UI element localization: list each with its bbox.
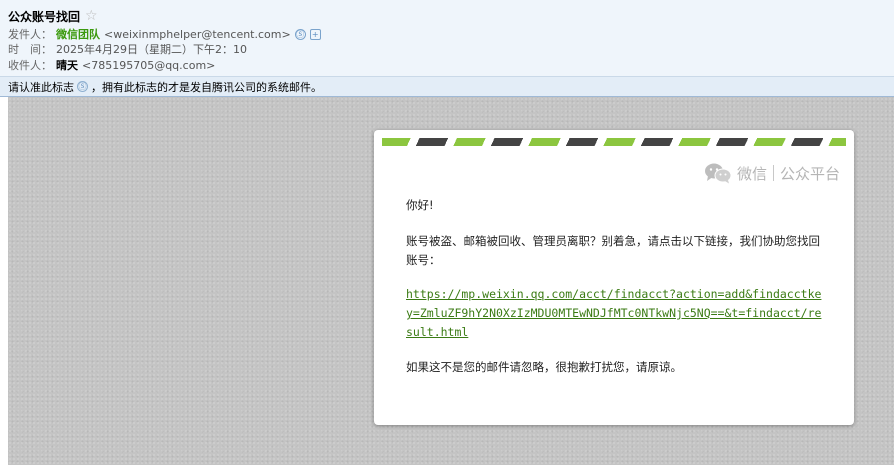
email-card: 微信 公众平台 你好! 账号被盗、邮箱被回收、管理员离职？别着急，请点击以下链接… [374,130,854,425]
add-contact-icon[interactable]: + [309,28,321,40]
system-mail-notice: 请认准此标志 Ⓢ ，拥有此标志的才是发自腾讯公司的系统邮件。 [0,76,894,97]
brand-separator [772,165,774,181]
recovery-link[interactable]: https://mp.weixin.qq.com/acct/findacct?a… [406,287,821,339]
to-row: 收件人： 晴天 <785195705@qq.com> [8,57,216,73]
verified-sender-icon[interactable]: Ⓢ [294,28,306,40]
recipient-address: <785195705@qq.com> [82,58,216,72]
star-icon[interactable]: ☆ [85,9,98,23]
time-row: 时 间： 2025年4月29日（星期二）下午2：10 [8,42,247,56]
notice-text-2: ，拥有此标志的才是发自腾讯公司的系统邮件。 [91,80,322,94]
from-row: 发件人： 微信团队 <weixinmphelper@tencent.com> Ⓢ… [8,27,321,41]
recovery-link-paragraph: https://mp.weixin.qq.com/acct/findacct?a… [406,285,824,342]
sender-address: <weixinmphelper@tencent.com> [104,27,291,41]
time-label: 时 间： [8,43,52,56]
brand-wechat-text: 微信 [736,164,767,183]
subject-row: 公众账号找回 ☆ [8,8,98,24]
email-subject: 公众账号找回 [8,9,81,24]
notice-text-1: 请认准此标志 [8,80,74,94]
wechat-mp-logo: 微信 公众平台 [704,162,840,184]
airmail-stripe [382,138,846,146]
time-value: 2025年4月29日（星期二）下午2：10 [56,43,247,56]
from-label: 发件人： [8,28,52,41]
main-message: 账号被盗、邮箱被回收、管理员离职？别着急，请点击以下链接，我们协助您找回账号： [406,234,820,267]
brand-mp-text: 公众平台 [779,164,840,183]
sender-name[interactable]: 微信团队 [56,26,100,42]
recipient-name[interactable]: 晴天 [56,57,78,73]
ignore-message: 如果这不是您的邮件请忽略，很抱歉打扰您，请原谅。 [406,360,682,374]
wechat-icon [704,163,732,184]
email-header: 公众账号找回 ☆ 发件人： 微信团队 <weixinmphelper@tence… [0,0,894,76]
greeting-text: 你好! [406,198,434,212]
tencent-mark-icon: Ⓢ [77,81,88,92]
to-label: 收件人： [8,59,52,72]
